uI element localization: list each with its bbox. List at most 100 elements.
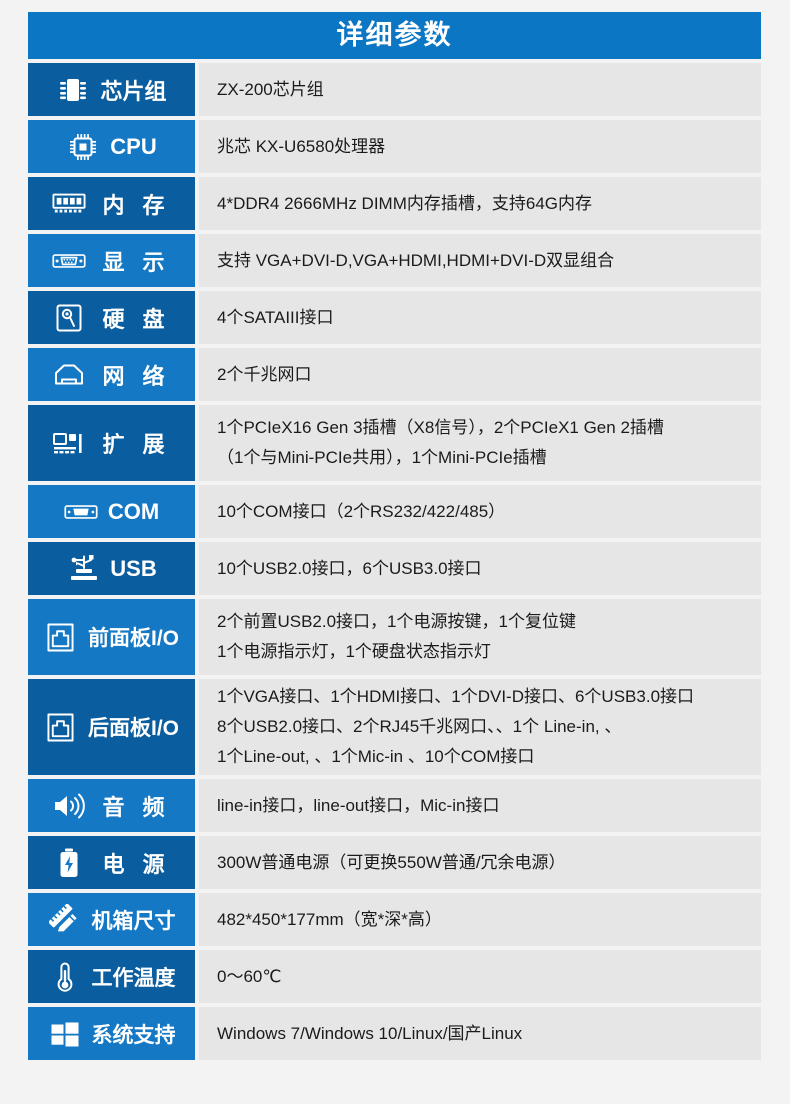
spec-value-line: 0～60℃ [217,966,282,986]
spec-value-cell: 0～60℃ [199,950,761,1003]
table-row: 网 络 2个千兆网口 [28,348,761,401]
spec-value-line: 支持 VGA+DVI-D,VGA+HDMI,HDMI+DVI-D双显组合 [217,250,615,270]
table-row: 工作温度 0～60℃ [28,950,761,1003]
table-row: COM 10个COM接口（2个RS232/422/485） [28,485,761,538]
table-row: 后面板I/O 1个VGA接口、1个HDMI接口、1个DVI-D接口、6个USB3.… [28,679,761,775]
vga-port-icon [52,244,87,278]
usb-icon [66,552,100,586]
spec-value-line: 1个PCIeX16 Gen 3插槽（X8信号），2个PCIeX1 Gen 2插槽 [217,418,664,437]
expansion-card-icon [52,426,86,460]
spec-label-text: 芯片组 [100,78,167,104]
front-panel-icon [44,620,78,654]
spec-label-text: 网 络 [102,363,171,389]
table-row: 内 存 4*DDR4 2666MHz DIMM内存插槽，支持64G内存 [28,177,761,230]
spec-value-line: 8个USB2.0接口、2个RJ45千兆网口、、1个 Line-in, 、 [217,717,622,736]
table-row: CPU 兆芯 KX-U6580处理器 [28,120,761,173]
page-title: 详细参数 [28,12,761,59]
spec-value-cell: 2个前置USB2.0接口，1个电源按键，1个复位键 1个电源指示灯，1个硬盘状态指… [199,599,761,675]
spec-label-cell: 音 频 [28,779,195,832]
spec-label-cell: 芯片组 [28,63,195,116]
spec-label-cell: 硬 盘 [28,291,195,344]
harddisk-icon [52,301,86,335]
spec-value-line: line-in接口，line-out接口，Mic-in接口 [217,795,500,815]
spec-value-cell: 兆芯 KX-U6580处理器 [199,120,761,173]
spec-label-text: 内 存 [102,192,171,218]
spec-value-cell: 1个PCIeX16 Gen 3插槽（X8信号），2个PCIeX1 Gen 2插槽… [199,405,761,481]
table-row: 显 示 支持 VGA+DVI-D,VGA+HDMI,HDMI+DVI-D双显组合 [28,234,761,287]
memory-icon [52,187,86,221]
table-row: 电 源 300W普通电源（可更换550W普通/冗余电源） [28,836,761,889]
spec-value-line: 300W普通电源（可更换550W普通/冗余电源） [217,852,566,872]
spec-label-text: COM [107,498,160,524]
spec-label-cell: COM [28,485,195,538]
spec-label-cell: 显 示 [28,234,195,287]
spec-value-cell: line-in接口，line-out接口，Mic-in接口 [199,779,761,832]
spec-label-text: 音 频 [102,794,171,820]
spec-label-cell: 前面板I/O [28,599,195,675]
spec-label-cell: 机箱尺寸 [28,893,195,946]
spec-value-cell: ZX-200芯片组 [199,63,761,116]
spec-value-line: 2个千兆网口 [217,364,312,384]
spec-label-text: 前面板I/O [87,627,179,650]
spec-label-text: CPU [110,133,157,159]
spec-value-line: 1个VGA接口、1个HDMI接口、1个DVI-D接口、6个USB3.0接口 [217,687,695,706]
spec-value-cell: 1个VGA接口、1个HDMI接口、1个DVI-D接口、6个USB3.0接口 8个U… [199,679,761,775]
cpu-icon [66,130,100,164]
spec-value-cell: 10个USB2.0接口，6个USB3.0接口 [199,542,761,595]
spec-value-line: 482*450*177mm（宽*深*高） [217,909,442,929]
table-row: 系统支持 Windows 7/Windows 10/Linux/国产Linux [28,1007,761,1060]
spec-value-cell: 2个千兆网口 [199,348,761,401]
table-row: 硬 盘 4个SATAIII接口 [28,291,761,344]
table-row: 扩 展 1个PCIeX16 Gen 3插槽（X8信号），2个PCIeX1 Gen … [28,405,761,481]
spec-value-cell: 300W普通电源（可更换550W普通/冗余电源） [199,836,761,889]
spec-value-line: 4*DDR4 2666MHz DIMM内存插槽，支持64G内存 [217,193,593,213]
spec-value-line: 1个电源指示灯，1个硬盘状态指示灯 [217,642,491,661]
spec-value-line: 10个USB2.0接口，6个USB3.0接口 [217,558,482,578]
spec-value-line: 4个SATAIII接口 [217,307,334,327]
speaker-icon [52,789,86,823]
spec-value-cell: 4个SATAIII接口 [199,291,761,344]
spec-value-line: 兆芯 KX-U6580处理器 [217,136,386,156]
spec-label-cell: 系统支持 [28,1007,195,1060]
table-row: 机箱尺寸 482*450*177mm（宽*深*高） [28,893,761,946]
network-rj45-icon [52,358,86,392]
spec-table: 详细参数 芯片组 ZX-200芯片组 CPU 兆芯 KX-U6580处理器 内 … [28,12,761,1060]
spec-label-text: 电 源 [102,851,171,877]
battery-icon [52,846,86,880]
spec-value-line: ZX-200芯片组 [217,79,324,99]
spec-label-text: 扩 展 [102,432,171,457]
spec-label-text: USB [110,555,157,581]
spec-value-cell: 10个COM接口（2个RS232/422/485） [199,485,761,538]
spec-value-line: Windows 7/Windows 10/Linux/国产Linux [217,1023,523,1043]
spec-label-text: 工作温度 [91,966,176,990]
spec-label-cell: CPU [28,120,195,173]
table-row: 音 频 line-in接口，line-out接口，Mic-in接口 [28,779,761,832]
spec-label-cell: 网 络 [28,348,195,401]
spec-value-line: 2个前置USB2.0接口，1个电源按键，1个复位键 [217,612,576,631]
spec-value-line: 10个COM接口（2个RS232/422/485） [217,501,506,521]
com-port-icon [64,495,98,529]
spec-row-list: 芯片组 ZX-200芯片组 CPU 兆芯 KX-U6580处理器 内 存 4*D… [28,63,761,1060]
spec-label-cell: 内 存 [28,177,195,230]
spec-label-text: 系统支持 [91,1023,176,1047]
spec-label-cell: 电 源 [28,836,195,889]
chipset-icon [56,73,90,107]
table-row: 前面板I/O 2个前置USB2.0接口，1个电源按键，1个复位键 1个电源指示灯，1… [28,599,761,675]
spec-value-cell: Windows 7/Windows 10/Linux/国产Linux [199,1007,761,1060]
thermometer-icon [48,960,82,994]
table-row: USB 10个USB2.0接口，6个USB3.0接口 [28,542,761,595]
spec-value-cell: 支持 VGA+DVI-D,VGA+HDMI,HDMI+DVI-D双显组合 [199,234,761,287]
spec-label-cell: 后面板I/O [28,679,195,775]
spec-value-line: （1个与Mini-PCIe共用），1个Mini-PCIe插槽 [217,448,547,467]
spec-label-cell: 扩 展 [28,405,195,481]
spec-value-cell: 4*DDR4 2666MHz DIMM内存插槽，支持64G内存 [199,177,761,230]
spec-value-line: 1个Line-out, 、1个Mic-in 、10个COM接口 [217,747,535,766]
spec-label-text: 后面板I/O [87,717,179,740]
rear-panel-icon [44,710,78,744]
spec-label-text: 显 示 [102,249,171,275]
table-row: 芯片组 ZX-200芯片组 [28,63,761,116]
spec-label-text: 机箱尺寸 [91,909,176,933]
windows-icon [48,1017,82,1051]
spec-label-text: 硬 盘 [102,306,171,332]
spec-value-cell: 482*450*177mm（宽*深*高） [199,893,761,946]
